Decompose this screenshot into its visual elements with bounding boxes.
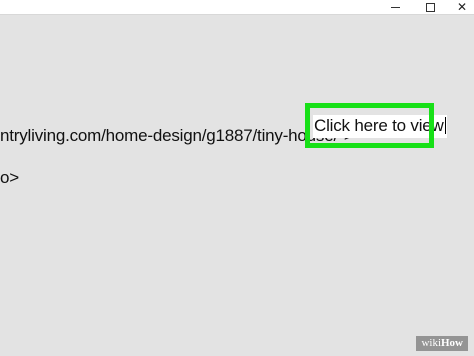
minimize-button[interactable]	[385, 0, 405, 14]
watermark-how: How	[441, 337, 463, 349]
close-icon: ✕	[456, 0, 468, 14]
wikihow-watermark-logo: wikiHow	[416, 336, 468, 351]
text-cursor	[444, 117, 446, 134]
maximize-icon	[425, 2, 435, 12]
maximize-button[interactable]	[420, 0, 440, 14]
code-line-anchor-href: ntryliving.com/home-design/g1887/tiny-ho…	[0, 126, 354, 145]
watermark-wiki: wiki	[421, 337, 441, 349]
code-line-tag-close: o>	[0, 168, 19, 187]
highlight-annotation-box	[305, 103, 434, 148]
text-editor-area[interactable]: ntryliving.com/home-design/g1887/tiny-ho…	[0, 14, 474, 356]
minimize-icon	[390, 6, 400, 8]
window-titlebar: ✕	[0, 0, 474, 14]
close-button[interactable]: ✕	[452, 0, 472, 14]
